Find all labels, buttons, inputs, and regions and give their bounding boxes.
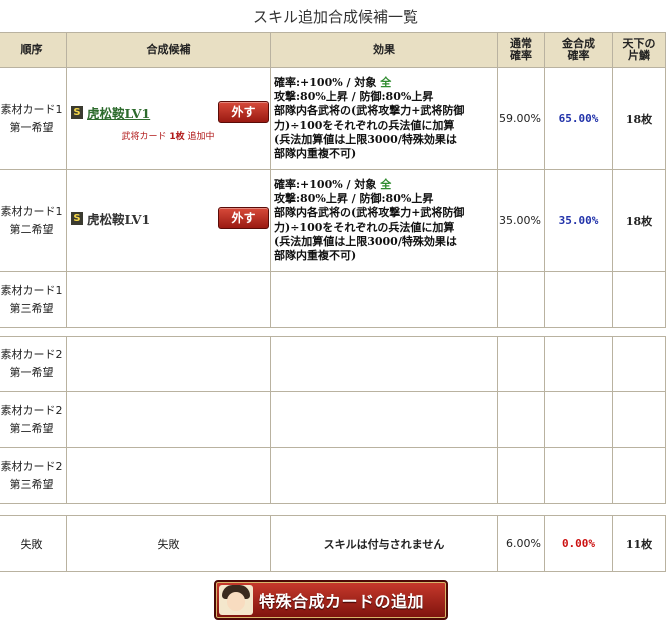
general-portrait-icon bbox=[219, 585, 253, 615]
row-seq: 素材カード2 第二希望 bbox=[0, 391, 67, 448]
header-effect: 効果 bbox=[270, 32, 498, 68]
header-normal-rate: 通常 確率 bbox=[497, 32, 545, 68]
skill-link[interactable]: 虎松鞍LV1 bbox=[87, 103, 150, 122]
table-header: 順序 合成候補 効果 通常 確率 金合成 確率 天下の 片鱗 bbox=[0, 32, 666, 68]
header-gold-rate: 金合成 確率 bbox=[544, 32, 613, 68]
header-tenka: 天下の 片鱗 bbox=[612, 32, 666, 68]
skill-rank-badge: S bbox=[71, 212, 83, 225]
fail-effect: スキルは付与されません bbox=[270, 515, 498, 572]
row-seq: 素材カード2 第三希望 bbox=[0, 447, 67, 504]
page-title: スキル追加合成候補一覧 bbox=[252, 8, 418, 26]
fail-table: 失敗 失敗 スキルは付与されません 6.00% 0.00% 11枚 bbox=[0, 515, 666, 572]
header-candidate: 合成候補 bbox=[66, 32, 271, 68]
add-special-card-button[interactable]: 特殊合成カードの追加 bbox=[214, 580, 448, 620]
row-effect: 確率:+100% / 対象 全 攻撃:80%上昇 / 防御:80%上昇 部隊内各… bbox=[270, 67, 498, 170]
skill-rank-badge: S bbox=[71, 106, 83, 119]
fail-candidate: 失敗 bbox=[66, 515, 271, 572]
row-tenka: 18枚 bbox=[612, 67, 666, 170]
header-seq: 順序 bbox=[0, 32, 67, 68]
row-seq: 素材カード1 第二希望 bbox=[0, 169, 67, 272]
row-gold-rate: 35.00% bbox=[544, 169, 613, 272]
row-seq: 素材カード1 第三希望 bbox=[0, 271, 67, 328]
row-candidate: S 虎松鞍LV1 外す bbox=[66, 169, 271, 272]
table-row: 素材カード1 第二希望 S 虎松鞍LV1 外す 確率:+100% / 対象 全 攻… bbox=[0, 169, 666, 272]
remove-button[interactable]: 外す bbox=[218, 101, 269, 123]
table-row: 素材カード2 第三希望 bbox=[0, 447, 666, 504]
candidate-table-group1: 順序 合成候補 効果 通常 確率 金合成 確率 天下の 片鱗 素材カード1 第一希望 S… bbox=[0, 32, 666, 328]
row-effect: 確率:+100% / 対象 全 攻撃:80%上昇 / 防御:80%上昇 部隊内各… bbox=[270, 169, 498, 272]
row-candidate: S 虎松鞍LV1 外す 武将カード 1枚 追加中 bbox=[66, 67, 271, 170]
row-seq: 素材カード1 第一希望 bbox=[0, 67, 67, 170]
table-row: 素材カード1 第三希望 bbox=[0, 271, 666, 328]
fail-gold-rate: 0.00% bbox=[544, 515, 613, 572]
fail-tenka: 11枚 bbox=[612, 515, 666, 572]
added-note: 武将カード 1枚 追加中 bbox=[121, 132, 215, 142]
add-special-card-label: 特殊合成カードの追加 bbox=[259, 592, 425, 611]
row-tenka: 18枚 bbox=[612, 169, 666, 272]
table-row: 素材カード2 第二希望 bbox=[0, 391, 666, 448]
fail-normal-rate: 6.00% bbox=[497, 515, 545, 572]
candidate-table-group2: 素材カード2 第一希望 素材カード2 第二希望 素材カード2 第三希望 bbox=[0, 336, 666, 504]
fail-row: 失敗 失敗 スキルは付与されません 6.00% 0.00% 11枚 bbox=[0, 515, 666, 572]
row-seq: 素材カード2 第一希望 bbox=[0, 336, 67, 392]
table-row: 素材カード1 第一希望 S 虎松鞍LV1 外す 武将カード 1枚 追加中 確率:+… bbox=[0, 67, 666, 170]
row-gold-rate: 65.00% bbox=[544, 67, 613, 170]
row-normal-rate: 59.00% bbox=[497, 67, 545, 170]
fail-seq: 失敗 bbox=[0, 515, 67, 572]
row-normal-rate: 35.00% bbox=[497, 169, 545, 272]
remove-button[interactable]: 外す bbox=[218, 207, 269, 229]
table-row: 素材カード2 第一希望 bbox=[0, 336, 666, 392]
skill-name: 虎松鞍LV1 bbox=[87, 212, 151, 227]
